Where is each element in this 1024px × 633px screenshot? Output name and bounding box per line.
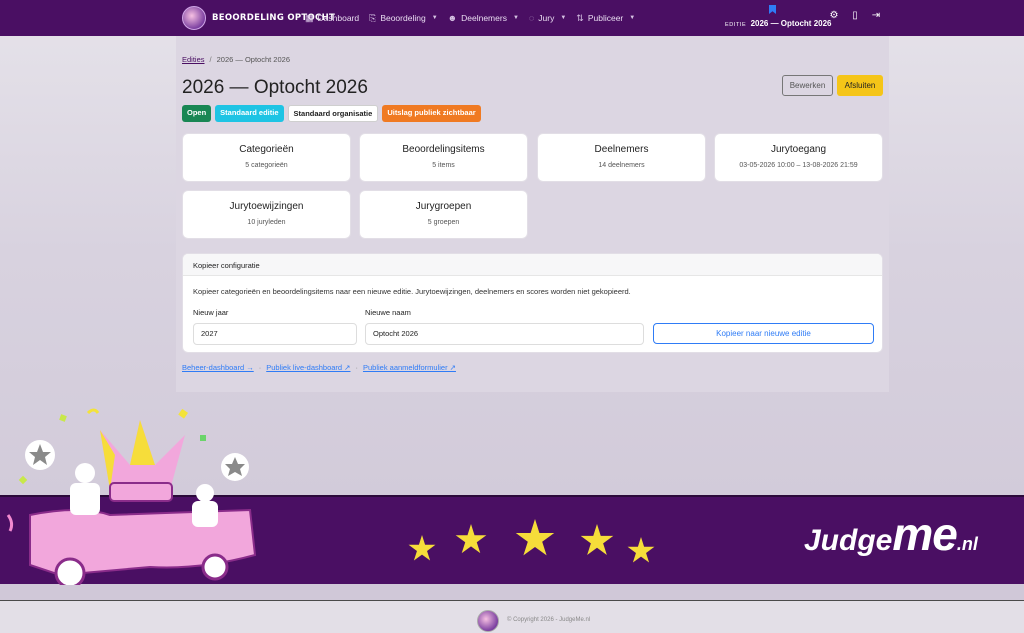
card-subtitle: 14 deelnemers (598, 162, 645, 169)
public-live-dashboard-link[interactable]: Publiek live-dashboard ↗ (266, 363, 350, 372)
lightbulb-icon: ◌ (528, 13, 535, 23)
chevron-down-icon: ▼ (629, 15, 636, 21)
year-input[interactable]: 2027 (193, 323, 357, 345)
status-badge: Standaard editie (215, 105, 284, 122)
arrows-icon: ⇅ (576, 12, 584, 23)
grid-icon: ▦ (305, 12, 314, 23)
nav-jury[interactable]: ◌ Jury ▼ (529, 13, 566, 23)
name-input[interactable]: Optocht 2026 (365, 323, 644, 345)
logo-tld: .nl (956, 534, 978, 554)
nav-label: Deelnemers (461, 13, 507, 23)
status-badges: Open Standaard editie Standaard organisa… (182, 105, 481, 122)
parade-float-illustration (6, 408, 257, 585)
book-icon[interactable]: ▯ (849, 10, 861, 22)
card-beoordelingsitems[interactable]: Beoordelingsitems 5 items (359, 133, 528, 182)
gear-icon[interactable]: ⚙ (828, 10, 840, 22)
copy-config-panel: Kopieer configuratie Kopieer categorieën… (182, 253, 883, 353)
brand-logo (182, 6, 206, 30)
status-badge: Open (182, 105, 212, 122)
public-registration-link[interactable]: Publiek aanmeldformulier ↗ (363, 363, 456, 372)
page-title: 2026 — Optocht 2026 (182, 77, 368, 98)
nav-dashboard[interactable]: ▦ Dashboard (305, 13, 359, 24)
star-icon (455, 524, 487, 554)
card-categorieen[interactable]: Categorieën 5 categorieën (182, 133, 351, 182)
card-subtitle: 5 items (432, 162, 455, 169)
quick-links: Beheer-dashboard → · Publiek live-dashbo… (182, 363, 456, 372)
bookmark-icon[interactable] (769, 5, 776, 14)
logo-judge: Judge (804, 524, 893, 557)
nav-label: Beoordeling (380, 13, 426, 23)
card-title: Jurytoegang (770, 144, 827, 155)
status-badge: Standaard organisatie (287, 105, 379, 122)
edition-value: 2026 — Optocht 2026 (750, 19, 832, 28)
year-label: Nieuw jaar (193, 308, 229, 317)
card-deelnemers[interactable]: Deelnemers 14 deelnemers (537, 133, 706, 182)
card-jurytoewijzingen[interactable]: Jurytoewijzingen 10 juryleden (182, 190, 351, 239)
card-jurygroepen[interactable]: Jurygroepen 5 groepen (359, 190, 528, 239)
breadcrumb-separator: / (209, 55, 212, 64)
star-icon (627, 537, 655, 563)
star-icon (580, 524, 614, 555)
footer: © Copyright 2026 - JudgeMe.nl (0, 600, 1024, 633)
card-subtitle: 5 categorieën (245, 162, 288, 169)
name-label: Nieuwe naam (365, 308, 411, 317)
footer-logo (477, 610, 499, 632)
panel-header: Kopieer configuratie (183, 254, 882, 276)
card-title: Beoordelingsitems (402, 144, 485, 155)
admin-dashboard-link[interactable]: Beheer-dashboard → (182, 363, 254, 372)
main-menu: ▦ Dashboard ⎘ Beoordeling ▼ ☻ Deelnemers… (305, 0, 635, 36)
link-separator: · (258, 363, 262, 372)
logo-me: me (892, 508, 957, 560)
nav-deelnemers[interactable]: ☻ Deelnemers ▼ (448, 13, 519, 23)
breadcrumb-current: 2026 — Optocht 2026 (216, 55, 290, 64)
card-subtitle: 5 groepen (427, 219, 460, 226)
card-title: Categorieën (239, 144, 294, 155)
nav-beoordeling[interactable]: ⎘ Beoordeling ▼ (369, 13, 438, 24)
edition-label: EDITIE (725, 22, 747, 28)
edit-button[interactable]: Bewerken (782, 75, 833, 96)
logout-icon[interactable]: ⇥ (870, 10, 882, 22)
breadcrumb: Edities / 2026 — Optocht 2026 (182, 55, 290, 64)
top-navbar: BEOORDELING OPTOCHT ▦ Dashboard ⎘ Beoord… (0, 0, 1024, 36)
breadcrumb-root[interactable]: Edities (182, 55, 205, 64)
status-badge: Uitslag publiek zichtbaar (382, 105, 481, 122)
judgeme-logo: Judgeme.nl (804, 507, 978, 561)
current-edition[interactable]: EDITIE 2026 — Optocht 2026 (725, 19, 831, 28)
card-title: Deelnemers (594, 144, 649, 155)
close-edition-button[interactable]: Afsluiten (837, 75, 883, 96)
nav-label: Publiceer (587, 13, 624, 23)
card-jurytoegang[interactable]: Jurytoegang 03-05-2026 10:00 – 13-08-202… (714, 133, 883, 182)
chevron-down-icon: ▼ (431, 15, 438, 21)
panel-description: Kopieer categorieën en beoordelingsitems… (193, 287, 631, 296)
link-separator: · (355, 363, 358, 372)
star-icon (408, 535, 436, 561)
users-icon: ☻ (447, 13, 458, 23)
nav-label: Dashboard (317, 13, 360, 23)
nav-actions: ⚙ ▯ ⇥ (828, 10, 882, 22)
chevron-down-icon: ▼ (512, 15, 519, 21)
card-subtitle: 03-05-2026 10:00 – 13-08-2026 21:59 (739, 162, 858, 169)
nav-publiceer[interactable]: ⇅ Publiceer ▼ (576, 13, 635, 24)
card-title: Jurytoewijzingen (229, 201, 304, 212)
star-icon (515, 519, 555, 556)
clipboard-icon: ⎘ (369, 12, 377, 23)
copyright-text: © Copyright 2026 - JudgeMe.nl (507, 617, 591, 623)
nav-label: Jury (538, 13, 555, 23)
copy-to-new-edition-button[interactable]: Kopieer naar nieuwe editie (653, 323, 874, 344)
card-subtitle: 10 juryleden (247, 219, 286, 226)
chevron-down-icon: ▼ (560, 15, 567, 21)
card-title: Jurygroepen (415, 201, 472, 212)
